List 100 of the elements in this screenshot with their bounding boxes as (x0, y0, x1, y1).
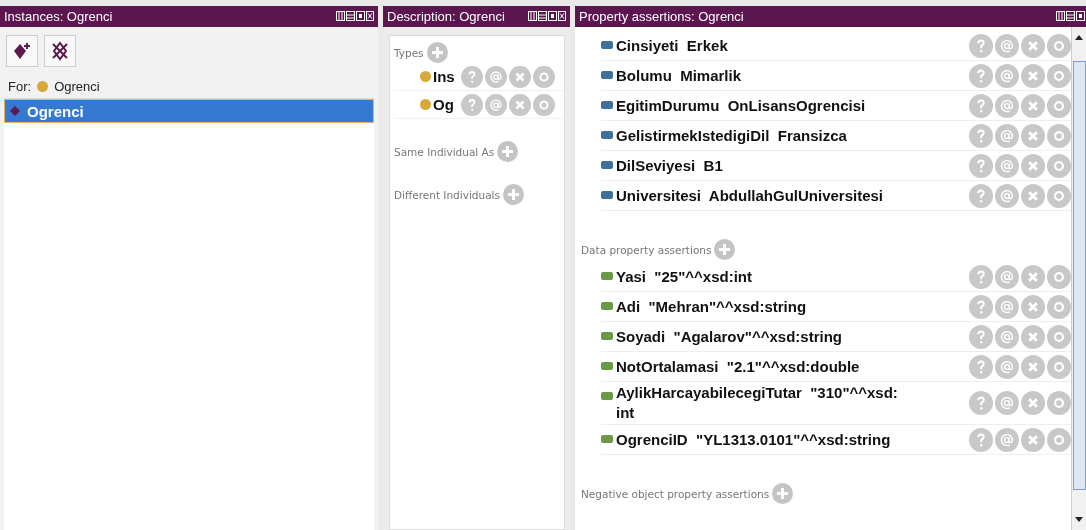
panel-title: Description: Ogrenci (387, 9, 505, 24)
annotation-icon[interactable] (995, 391, 1019, 415)
property-icon (601, 161, 613, 169)
annotation-icon[interactable] (995, 427, 1019, 452)
help-icon[interactable] (969, 354, 993, 379)
annotation-icon[interactable] (995, 93, 1019, 118)
section-label: Negative object property assertions (581, 487, 770, 500)
delete-icon[interactable] (1021, 324, 1045, 349)
class-icon (420, 71, 431, 82)
property-icon (601, 41, 613, 49)
annotation-icon[interactable] (995, 264, 1019, 289)
edit-icon[interactable] (533, 93, 555, 116)
help-icon[interactable] (969, 391, 993, 415)
delete-icon[interactable] (1021, 354, 1045, 379)
delete-icon[interactable] (509, 93, 531, 116)
property-assertion: NotOrtalamasi "2.1"^^xsd:double (616, 356, 861, 377)
edit-icon[interactable] (1047, 294, 1071, 319)
scrollbar-thumb[interactable] (1072, 61, 1086, 490)
edit-icon[interactable] (1047, 63, 1071, 88)
help-icon[interactable] (969, 294, 993, 319)
property-icon (601, 191, 613, 199)
edit-icon[interactable] (1047, 427, 1071, 452)
help-icon[interactable] (969, 264, 993, 289)
edit-icon[interactable] (1047, 93, 1071, 118)
delete-icon[interactable] (1021, 294, 1045, 319)
panel-title: Instances: Ogrenci (4, 9, 113, 24)
annotation-icon[interactable] (485, 93, 507, 116)
property-icon (601, 435, 613, 443)
edit-icon[interactable] (1047, 183, 1071, 208)
help-icon[interactable] (461, 65, 483, 88)
edit-icon[interactable] (1047, 123, 1071, 148)
annotation-icon[interactable] (995, 153, 1019, 178)
individual-icon (10, 106, 20, 116)
add-icon[interactable] (426, 42, 448, 63)
property-assertion: Soyadi "Agalarov"^^xsd:string (616, 326, 843, 347)
class-name: Ogrenci (54, 79, 100, 94)
add-icon[interactable] (714, 239, 736, 260)
help-icon[interactable] (969, 33, 993, 58)
delete-icon[interactable] (1021, 63, 1045, 88)
delete-icon[interactable] (1021, 123, 1045, 148)
property-icon (601, 272, 613, 280)
edit-icon[interactable] (1047, 354, 1071, 379)
property-assertion: OgrenciID "YL1313.0101"^^xsd:string (616, 429, 892, 450)
property-icon (601, 392, 613, 400)
help-icon[interactable] (969, 123, 993, 148)
help-icon[interactable] (969, 183, 993, 208)
view-controls-icon[interactable] (1056, 11, 1086, 22)
delete-icon[interactable] (1021, 93, 1045, 118)
help-icon[interactable] (969, 153, 993, 178)
delete-icon[interactable] (1021, 427, 1045, 452)
add-individual-button[interactable] (6, 35, 38, 67)
view-controls-icon[interactable] (528, 11, 566, 22)
class-icon (37, 81, 49, 92)
annotation-icon[interactable] (995, 294, 1019, 319)
edit-icon[interactable] (1047, 153, 1071, 178)
scroll-up-icon[interactable] (1074, 33, 1084, 41)
edit-icon[interactable] (1047, 264, 1071, 289)
delete-icon[interactable] (1021, 264, 1045, 289)
property-assertion: GelistirmekIstedigiDil Fransizca (616, 125, 848, 146)
delete-icon[interactable] (509, 65, 531, 88)
scrollbar[interactable] (1071, 27, 1086, 530)
annotation-icon[interactable] (995, 183, 1019, 208)
property-assertion: Adi "Mehran"^^xsd:string (616, 296, 808, 317)
property-assertion: Universitesi AbdullahGulUniversitesi (616, 185, 885, 206)
annotation-icon[interactable] (995, 123, 1019, 148)
annotation-icon[interactable] (485, 65, 507, 88)
section-label: Types (394, 46, 424, 59)
annotation-icon[interactable] (995, 63, 1019, 88)
delete-icon[interactable] (1021, 153, 1045, 178)
edit-icon[interactable] (533, 65, 555, 88)
help-icon[interactable] (969, 63, 993, 88)
property-icon (601, 131, 613, 139)
property-assertion: DilSeviyesi B1 (616, 155, 724, 176)
section-label: Different Individuals (394, 188, 500, 201)
section-label: Data property assertions (581, 243, 712, 256)
add-icon[interactable] (772, 483, 794, 504)
annotation-icon[interactable] (995, 324, 1019, 349)
delete-individual-button[interactable] (44, 35, 76, 67)
property-icon (601, 71, 613, 79)
help-icon[interactable] (461, 93, 483, 116)
annotation-icon[interactable] (995, 354, 1019, 379)
crossed-diamond-icon (49, 40, 71, 62)
help-icon[interactable] (969, 93, 993, 118)
property-assertion: Bolumu Mimarlik (616, 65, 743, 86)
scroll-down-icon[interactable] (1074, 516, 1084, 524)
delete-icon[interactable] (1021, 183, 1045, 208)
delete-icon[interactable] (1021, 391, 1045, 415)
edit-icon[interactable] (1047, 391, 1071, 415)
view-controls-icon[interactable] (336, 11, 374, 22)
section-label: Same Individual As (394, 145, 495, 158)
delete-icon[interactable] (1021, 33, 1045, 58)
add-icon[interactable] (502, 184, 524, 205)
help-icon[interactable] (969, 427, 993, 452)
property-icon (601, 332, 613, 340)
individual-item[interactable]: Ogrenci (4, 99, 374, 123)
edit-icon[interactable] (1047, 324, 1071, 349)
type-name: Og (433, 96, 455, 113)
help-icon[interactable] (969, 324, 993, 349)
add-icon[interactable] (497, 141, 519, 162)
annotation-icon[interactable] (995, 33, 1019, 58)
